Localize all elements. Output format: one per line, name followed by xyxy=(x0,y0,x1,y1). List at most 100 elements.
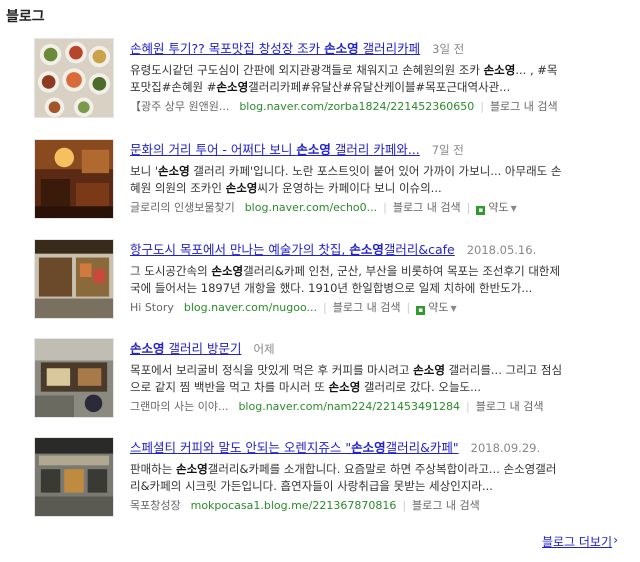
title-text: 갤러리&cafe xyxy=(383,242,455,257)
divider: | xyxy=(480,100,484,113)
blog-inner-search-link[interactable]: 블로그 내 검색 xyxy=(393,201,461,214)
map-label: 약도 xyxy=(488,201,509,214)
desc-highlight: 손소영 xyxy=(225,181,258,195)
desc-highlight: 손소영 xyxy=(216,80,249,94)
list-item: 손소영 갤러리 방문기 어제 목포에서 보리굴비 정식을 맛있게 먹은 후 커피… xyxy=(34,338,634,424)
blog-url-link[interactable]: blog.naver.com/zorba1824/221452360650 xyxy=(239,100,474,113)
title-text: 손혜원 투기?? 목포맛집 창성장 조카 xyxy=(130,41,325,56)
item-title-link[interactable]: 스페셜티 커피와 말도 안되는 오렌지쥬스 "손소영갤러리&카페" xyxy=(130,440,459,455)
desc-highlight: 손소영 xyxy=(483,63,516,77)
title-text: 스페셜티 커피와 말도 안되는 오렌지쥬스 " xyxy=(130,440,352,455)
desc-text: 갤러리를... 그리고 점심 xyxy=(444,363,563,377)
blog-more-link[interactable]: 블로그 더보기 xyxy=(542,533,612,550)
title-text: 갤러리&카페" xyxy=(385,440,459,455)
desc-highlight: 손소영 xyxy=(175,462,208,476)
blog-url-link[interactable]: mokpocasa1.blog.me/221367870816 xyxy=(191,499,397,512)
item-date: 7일 전 xyxy=(431,143,464,157)
item-meta: 그랜마의 사는 이야... blog.naver.com/nam224/22145… xyxy=(130,399,630,415)
item-title-link[interactable]: 손소영 갤러리 방문기 xyxy=(130,341,241,356)
title-highlight: 손소영 xyxy=(296,142,331,157)
desc-text: 혜원 의원의 조카인 xyxy=(130,181,226,195)
desc-text: 리&카페의 시크릿 가든입니다. 흡연자들이 사랑취급을 못받는 세상인지라..… xyxy=(130,479,493,493)
item-date: 3일 전 xyxy=(432,42,465,56)
desc-highlight: 손소영 xyxy=(413,363,445,377)
desc-text: 판매하는 xyxy=(130,462,176,476)
desc-text: 갤러리&카페 인천, 군산, 부산을 비롯하여 목포는 조선후기 대한제 xyxy=(243,264,561,278)
thumbnail-image-building xyxy=(35,438,113,516)
list-item: 문화의 거리 투어 - 어쩌다 보니 손소영 갤러리 카페와... 7일 전 보… xyxy=(34,139,634,225)
desc-text: 갤러리로 갔다. 오늘도... xyxy=(360,380,482,394)
desc-text: 갤러리 카페'입니다. 노란 포스트잇이 붙어 있어 가까이 가보니... 아무… xyxy=(189,164,562,178)
desc-highlight: 손소영 xyxy=(211,264,244,278)
desc-text: 갤러리&카페를 소개합니다. 요즘말로 하면 주상복합이라고... 손소영갤러 xyxy=(207,462,557,476)
map-link[interactable]: ▪ 약도 ▼ xyxy=(416,301,457,315)
title-text: 갤러리 카페와... xyxy=(330,142,420,157)
desc-highlight: 손소영 xyxy=(157,164,190,178)
blog-name-link[interactable]: 【광주 상무 원앤원... xyxy=(130,100,229,113)
title-text: 갤러리카페 xyxy=(358,41,421,56)
blog-url-link[interactable]: blog.naver.com/nam224/221453491284 xyxy=(238,400,460,413)
desc-text: 갤러리카페#유달산#유달산케이블#목포근대역사관... xyxy=(248,80,511,94)
item-description: 판매하는 손소영갤러리&카페를 소개합니다. 요즘말로 하면 주상복합이라고..… xyxy=(130,461,630,495)
item-title-link[interactable]: 항구도시 목포에서 만나는 예술가의 찻집, 손소영갤러리&cafe xyxy=(130,242,455,257)
desc-highlight: 손소영 xyxy=(328,380,361,394)
blog-inner-search-link[interactable]: 블로그 내 검색 xyxy=(476,400,544,413)
item-title-line: 손소영 갤러리 방문기 어제 xyxy=(130,340,630,358)
thumbnail-image-storefront xyxy=(35,240,113,318)
title-highlight: 손소영 xyxy=(351,440,386,455)
item-title-line: 손혜원 투기?? 목포맛집 창성장 조카 손소영 갤러리카페 3일 전 xyxy=(130,40,630,58)
blog-inner-search-link[interactable]: 블로그 내 검색 xyxy=(490,100,558,113)
item-description: 유령도시같던 구도심이 간판에 외지관광객들로 채워지고 손혜원의원 조카 손소… xyxy=(130,62,630,96)
thumbnail[interactable] xyxy=(34,239,114,319)
desc-text: 포맛집#손혜원 # xyxy=(130,80,217,94)
thumbnail-image-cafe-interior xyxy=(35,140,113,218)
thumbnail[interactable] xyxy=(34,139,114,219)
list-item: 스페셜티 커피와 말도 안되는 오렌지쥬스 "손소영갤러리&카페" 2018.0… xyxy=(34,437,634,523)
title-text: 갤러리 방문기 xyxy=(164,341,242,356)
item-description: 보니 '손소영 갤러리 카페'입니다. 노란 포스트잇이 붙어 있어 가까이 가… xyxy=(130,163,630,197)
divider: | xyxy=(323,301,327,314)
item-title-link[interactable]: 문화의 거리 투어 - 어쩌다 보니 손소영 갤러리 카페와... xyxy=(130,142,420,157)
title-highlight: 손소영 xyxy=(130,341,165,356)
map-icon: ▪ xyxy=(416,306,426,315)
item-title-line: 항구도시 목포에서 만나는 예술가의 찻집, 손소영갤러리&cafe 2018.… xyxy=(130,241,630,259)
item-title-line: 스페셜티 커피와 말도 안되는 오렌지쥬스 "손소영갤러리&카페" 2018.0… xyxy=(130,439,630,457)
thumbnail[interactable] xyxy=(34,38,114,118)
blog-name-link[interactable]: 목포창성장 xyxy=(130,499,181,512)
thumbnail-image-gallery-exterior xyxy=(35,339,113,417)
desc-text: 씨가 운영하는 카페이다 보니 이슈의... xyxy=(257,181,442,195)
item-meta: Hi Story blog.naver.com/nugoo... | 블로그 내 검색… xyxy=(130,300,630,316)
item-date: 2018.05.16. xyxy=(466,243,537,257)
desc-text: 그 도시공간속의 xyxy=(130,264,212,278)
blog-url-link[interactable]: blog.naver.com/nugoo... xyxy=(184,301,317,314)
desc-text: 으로 같지 찜 백반을 먹고 차를 마시러 또 xyxy=(130,380,329,394)
item-date: 2018.09.29. xyxy=(470,441,541,455)
desc-text: ... , #목 xyxy=(515,63,558,77)
blog-inner-search-link[interactable]: 블로그 내 검색 xyxy=(333,301,401,314)
item-date: 어제 xyxy=(253,342,275,356)
desc-text: 보니 ' xyxy=(130,164,158,178)
blog-name-link[interactable]: 글로리의 인생보물찾기 xyxy=(130,201,235,214)
caret-down-icon: ▼ xyxy=(510,204,517,213)
thumbnail-image-food xyxy=(35,39,113,117)
blog-name-link[interactable]: Hi Story xyxy=(130,301,174,314)
thumbnail[interactable] xyxy=(34,437,114,517)
title-highlight: 손소영 xyxy=(324,41,359,56)
divider: | xyxy=(466,201,471,214)
divider: | xyxy=(383,201,387,214)
title-highlight: 손소영 xyxy=(349,242,384,257)
map-link[interactable]: ▪ 약도 ▼ xyxy=(476,201,517,215)
thumbnail[interactable] xyxy=(34,338,114,418)
blog-inner-search-link[interactable]: 블로그 내 검색 xyxy=(412,499,480,512)
item-meta: 목포창성장 mokpocasa1.blog.me/221367870816 | 블로그… xyxy=(130,498,630,514)
item-title-link[interactable]: 손혜원 투기?? 목포맛집 창성장 조카 손소영 갤러리카페 xyxy=(130,41,420,56)
list-item: 항구도시 목포에서 만나는 예술가의 찻집, 손소영갤러리&cafe 2018.… xyxy=(34,239,634,325)
blog-name-link[interactable]: 그랜마의 사는 이야... xyxy=(130,400,228,413)
caret-down-icon: ▼ xyxy=(450,304,457,313)
blog-url-link[interactable]: blog.naver.com/echo0... xyxy=(245,201,377,214)
title-text: 문화의 거리 투어 - 어쩌다 보니 xyxy=(130,142,297,157)
desc-text: 목포에서 보리굴비 정식을 맛있게 먹은 후 커피를 마시려고 xyxy=(130,363,414,377)
list-item: 손혜원 투기?? 목포맛집 창성장 조카 손소영 갤러리카페 3일 전 유령도시… xyxy=(34,38,634,124)
desc-text: 국에 들어서는 1897년 개항을 했다. 1910년 한일합병으로 일제 치하… xyxy=(130,281,533,295)
section-title: 블로그 xyxy=(6,9,45,25)
